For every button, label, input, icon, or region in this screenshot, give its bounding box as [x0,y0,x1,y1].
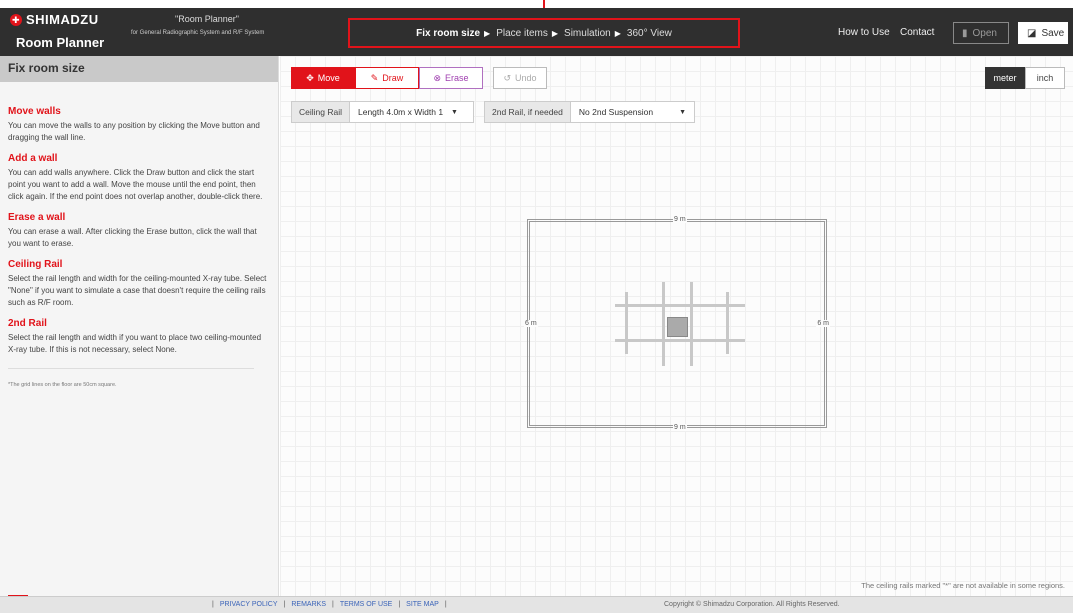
ceiling-bridge-right[interactable] [690,282,693,366]
help-sidebar: Fix room size Move walls You can move th… [0,56,279,597]
brand-name: SHIMADZU [26,12,99,27]
help-title-ceiling-rail: Ceiling Rail [8,259,63,270]
region-note: The ceiling rails marked "*" are not ava… [861,581,1065,590]
ceiling-rail-right[interactable] [726,292,729,354]
step-fix-room-size[interactable]: Fix room size ▶ [416,28,490,39]
footer-links: | PRIVACY POLICY | REMARKS | TERMS OF US… [212,601,447,608]
contact-link[interactable]: Contact [900,27,934,38]
ceiling-rail-select[interactable]: Ceiling Rail Length 4.0m x Width 1 ▼ [291,101,474,123]
unit-inch-toggle[interactable]: inch [1025,67,1065,89]
room-width-top: 9 m [673,216,687,223]
app-header: ✚ SHIMADZU Room Planner "Room Planner" f… [0,8,1073,56]
ceiling-rail-value: Length 4.0m x Width 1 ▼ [358,107,458,117]
help-text-second-rail: Select the rail length and width if you … [8,333,262,354]
room-length-left: 6 m [524,320,538,327]
step-360-view[interactable]: 360° View [627,28,672,39]
sidebar-divider [8,368,254,369]
file-icon: ▮ [962,27,968,39]
save-icon: ◪ [1027,27,1037,39]
help-title-add-wall: Add a wall [8,153,58,164]
help-text-erase-wall: You can erase a wall. After clicking the… [8,227,257,248]
brand[interactable]: ✚ SHIMADZU Room Planner [10,12,104,50]
privacy-policy-link[interactable]: PRIVACY POLICY [220,601,278,608]
room-width-bottom: 9 m [673,424,687,431]
step-simulation[interactable]: Simulation ▶ [564,28,621,39]
save-button[interactable]: ◪ Save [1018,22,1068,44]
undo-icon: ↺ [503,72,512,83]
help-text-ceiling-rail: Select the rail length and width for the… [8,274,267,307]
second-rail-label: 2nd Rail, if needed [485,102,571,122]
move-button[interactable]: ✥ Move [291,67,355,89]
app-window: ✚ SHIMADZU Room Planner "Room Planner" f… [0,0,1073,613]
undo-button[interactable]: ↺ Undo [493,67,547,89]
app-name: Room Planner [16,35,105,50]
ceiling-rail-label: Ceiling Rail [292,102,350,122]
terms-of-use-link[interactable]: TERMS OF USE [340,601,393,608]
erase-button[interactable]: ⊗ Erase [419,67,483,89]
ceiling-bridge-left[interactable] [662,282,665,366]
caret-down-icon: ▼ [451,108,458,116]
xray-tube-icon[interactable] [667,317,688,337]
copyright: Copyright © Shimadzu Corporation. All Ri… [664,601,840,608]
step-navigation: Fix room size ▶ Place items ▶ Simulation ▶ … [348,18,740,48]
draw-button[interactable]: ✎ Draw [355,67,419,89]
caret-down-icon: ▼ [679,108,686,116]
shimadzu-logo-icon: ✚ [10,13,22,26]
grid-note: *The grid lines on the floor are 50cm sq… [8,382,117,388]
floor-plan-canvas[interactable]: ✥ Move ✎ Draw ⊗ Erase ↺ Undo meter inch … [280,56,1073,596]
help-text-add-wall: You can add walls anywhere. Click the Dr… [8,168,263,201]
unit-meter-toggle[interactable]: meter [985,67,1025,89]
help-title-erase-wall: Erase a wall [8,212,66,223]
step-arrow-icon: ▶ [484,28,491,38]
pencil-icon: ✎ [370,72,379,83]
site-map-link[interactable]: SITE MAP [406,601,439,608]
help-title-second-rail: 2nd Rail [8,318,47,329]
app-title-quote: "Room Planner" [175,14,239,24]
footer: | PRIVACY POLICY | REMARKS | TERMS OF US… [0,596,1073,613]
app-subtitle: for General Radiographic System and R/F … [131,30,265,36]
how-to-use-link[interactable]: How to Use [838,27,890,38]
sidebar-heading: Fix room size [0,56,278,82]
help-text-move-walls: You can move the walls to any position b… [8,121,260,142]
step-place-items[interactable]: Place items ▶ [496,28,558,39]
shimadzu-logo: ✚ SHIMADZU [10,12,104,27]
room-length-right: 6 m [816,320,830,327]
step-arrow-icon: ▶ [614,28,621,38]
help-title-move-walls: Move walls [8,106,61,117]
second-rail-select[interactable]: 2nd Rail, if needed No 2nd Suspension ▼ [484,101,695,123]
move-icon: ✥ [306,72,314,83]
ceiling-rail-left[interactable] [625,292,628,354]
step-arrow-icon: ▶ [551,28,559,38]
second-rail-value: No 2nd Suspension ▼ [578,107,686,117]
remarks-link[interactable]: REMARKS [291,601,326,608]
open-button[interactable]: ▮ Open [953,22,1009,44]
erase-icon: ⊗ [433,72,442,83]
room-walls[interactable]: 9 m 9 m 6 m 6 m [524,216,830,431]
